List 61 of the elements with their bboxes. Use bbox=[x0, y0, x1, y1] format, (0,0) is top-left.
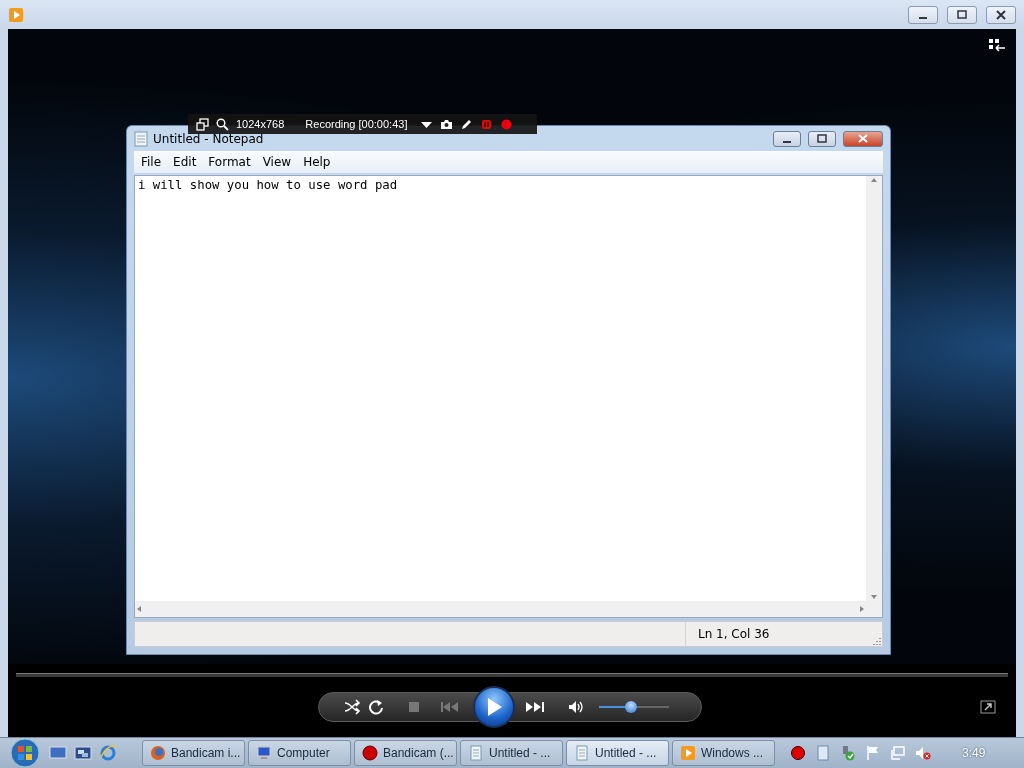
shuffle-button[interactable] bbox=[343, 699, 361, 715]
menu-item[interactable]: File bbox=[136, 153, 167, 171]
taskbar-button[interactable]: Untitled - ... bbox=[460, 740, 563, 766]
window-icon[interactable] bbox=[196, 117, 209, 131]
maximize-button[interactable] bbox=[808, 130, 836, 147]
menu-item[interactable]: Format bbox=[203, 153, 256, 171]
seek-bar[interactable] bbox=[16, 673, 1008, 677]
menu-item[interactable]: Help bbox=[298, 153, 336, 171]
scroll-left-icon[interactable] bbox=[135, 605, 143, 613]
scroll-right-icon[interactable] bbox=[858, 605, 866, 613]
desktop-icon[interactable] bbox=[49, 745, 67, 761]
start-button[interactable] bbox=[8, 738, 42, 768]
browser-icon[interactable] bbox=[99, 745, 117, 761]
maximize-button[interactable] bbox=[947, 5, 977, 24]
minimize-button[interactable] bbox=[773, 130, 801, 147]
menu-item[interactable]: Edit bbox=[168, 153, 202, 171]
pencil-icon[interactable] bbox=[460, 117, 474, 131]
pause-icon[interactable] bbox=[480, 117, 494, 131]
switch-to-library-icon[interactable] bbox=[988, 38, 1006, 52]
recording-status: Recording [00:00:43] bbox=[305, 118, 408, 130]
taskbar-button[interactable]: Windows ... bbox=[672, 740, 775, 766]
taskbar-button[interactable]: Bandicam (... bbox=[354, 740, 457, 766]
menu-item[interactable]: View bbox=[257, 153, 297, 171]
record-icon[interactable] bbox=[790, 745, 806, 761]
record-icon[interactable] bbox=[500, 117, 514, 131]
browser-icon bbox=[150, 745, 166, 761]
vertical-scrollbar[interactable] bbox=[866, 176, 882, 601]
volume-slider[interactable] bbox=[599, 702, 669, 712]
close-button[interactable] bbox=[843, 130, 883, 147]
search-icon[interactable] bbox=[216, 117, 229, 131]
minimize-icon bbox=[783, 140, 791, 143]
maximize-icon bbox=[817, 134, 827, 143]
window-title: Untitled - Notepad bbox=[153, 131, 264, 146]
cursor-position: Ln 1, Col 36 bbox=[698, 627, 770, 641]
notepad-icon bbox=[134, 130, 148, 147]
close-icon bbox=[995, 9, 1007, 20]
minimize-button[interactable] bbox=[908, 5, 938, 24]
media-player-icon bbox=[680, 745, 696, 761]
close-button[interactable] bbox=[986, 5, 1016, 24]
notepad-icon bbox=[574, 745, 590, 761]
record-icon bbox=[362, 745, 378, 761]
horizontal-scrollbar[interactable] bbox=[135, 601, 866, 617]
media-player-icon bbox=[8, 6, 24, 23]
scroll-up-icon[interactable] bbox=[870, 176, 878, 184]
volume-icon[interactable] bbox=[567, 699, 585, 715]
resolution-label: 1024x768 bbox=[236, 118, 285, 130]
taskbar-button[interactable]: Untitled - ... bbox=[566, 740, 669, 766]
close-icon bbox=[858, 134, 868, 143]
security-check-icon[interactable] bbox=[840, 745, 856, 761]
notepad-icon bbox=[468, 745, 484, 761]
speaker-muted-icon[interactable] bbox=[915, 745, 931, 761]
taskbar-button[interactable]: Computer bbox=[248, 740, 351, 766]
play-button[interactable] bbox=[473, 686, 515, 728]
computer-icon bbox=[256, 745, 272, 761]
maximize-icon bbox=[956, 9, 968, 20]
camera-icon[interactable] bbox=[440, 117, 454, 131]
minimize-icon bbox=[919, 16, 927, 19]
window-switch-icon[interactable] bbox=[74, 745, 92, 761]
fullscreen-icon[interactable] bbox=[980, 700, 996, 714]
repeat-button[interactable] bbox=[367, 699, 385, 715]
taskbar-button[interactable]: Bandicam i... bbox=[142, 740, 245, 766]
